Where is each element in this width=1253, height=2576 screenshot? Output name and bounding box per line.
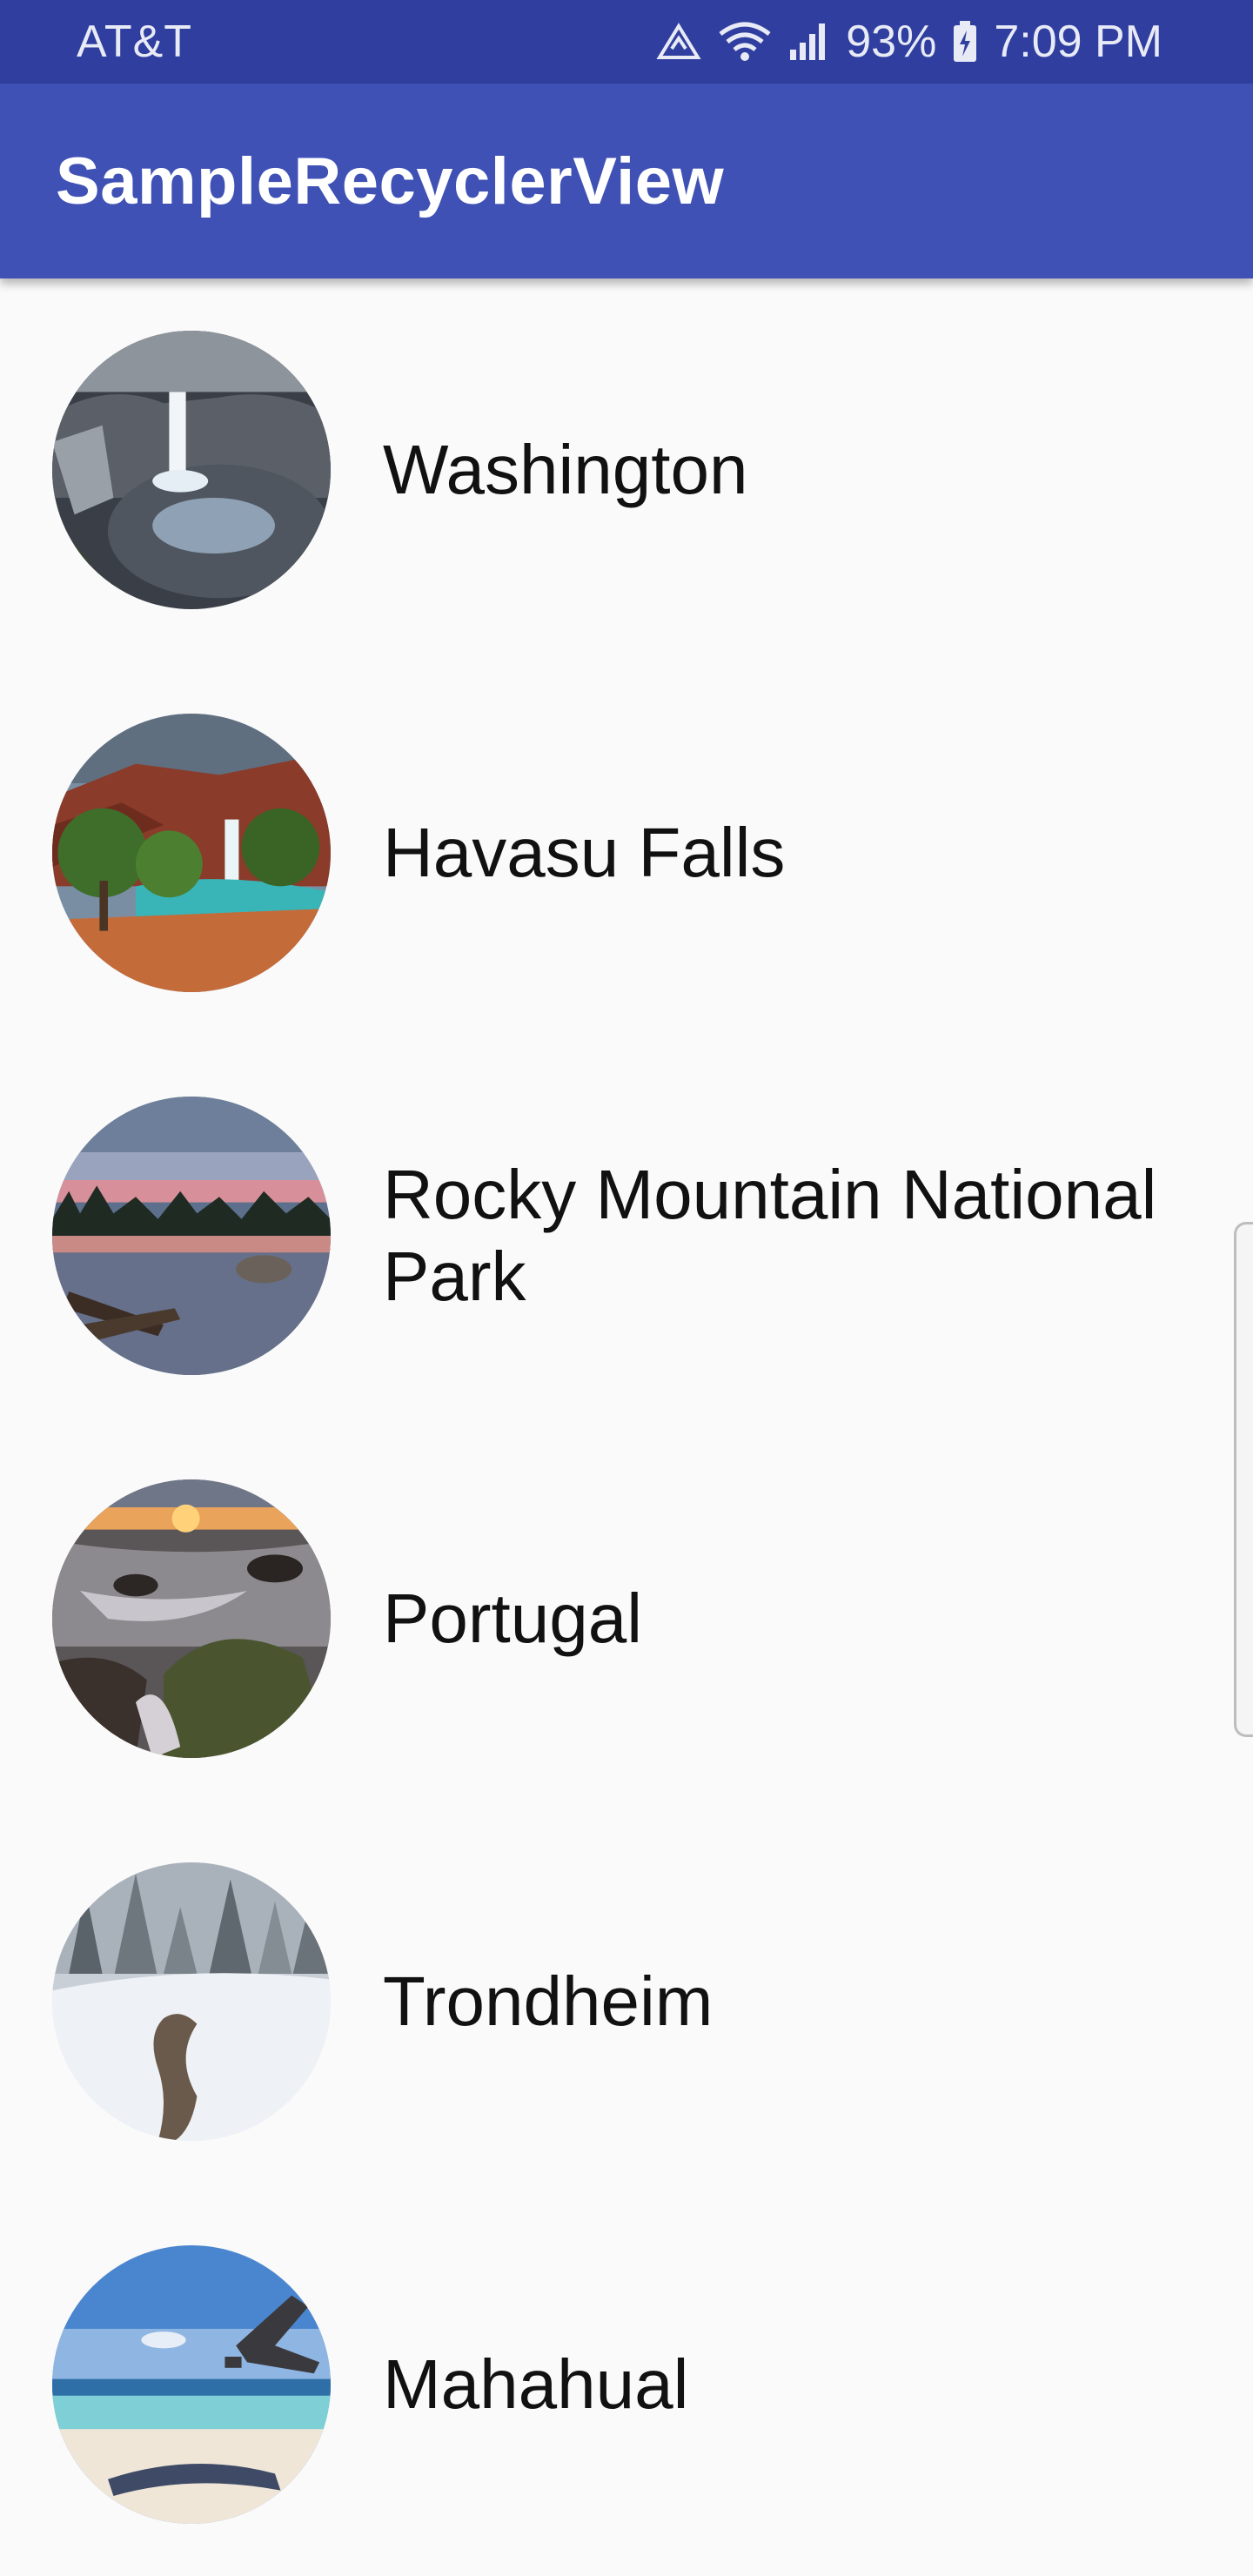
status-bar: AT&T 93% 7:09 PM bbox=[0, 0, 1253, 84]
battery-percent: 93% bbox=[846, 17, 937, 67]
data-saver-icon bbox=[656, 23, 701, 61]
list-item[interactable]: Mahahual bbox=[0, 2193, 1253, 2576]
havasu-falls-image bbox=[52, 714, 331, 992]
signal-icon bbox=[788, 22, 830, 62]
waterfall-canyon-image bbox=[52, 331, 331, 609]
fast-scroll-thumb[interactable] bbox=[1234, 1222, 1253, 1737]
list-item[interactable]: Washington bbox=[0, 278, 1253, 661]
rocky-shore-sunset-image bbox=[52, 1479, 331, 1758]
item-label: Trondheim bbox=[383, 1962, 714, 2040]
wifi-icon bbox=[717, 22, 773, 62]
list-item[interactable]: Trondheim bbox=[0, 1810, 1253, 2193]
item-label: Rocky Mountain National Park bbox=[383, 1156, 1157, 1315]
list-item[interactable]: Portugal bbox=[0, 1427, 1253, 1810]
item-label: Havasu Falls bbox=[383, 814, 786, 891]
app-title: SampleRecyclerView bbox=[56, 144, 725, 218]
recycler-list[interactable]: Washington Havasu Falls Rocky Mountain N… bbox=[0, 278, 1253, 2576]
item-label: Washington bbox=[383, 431, 748, 508]
app-bar: SampleRecyclerView bbox=[0, 84, 1253, 278]
item-label: Portugal bbox=[383, 1580, 642, 1657]
status-icons: 93% 7:09 PM bbox=[656, 16, 1163, 68]
item-label: Mahahual bbox=[383, 2345, 689, 2423]
carrier-name: AT&T bbox=[77, 17, 193, 67]
mountain-lake-sunset-image bbox=[52, 1097, 331, 1375]
battery-charging-icon bbox=[952, 20, 978, 64]
clock: 7:09 PM bbox=[994, 17, 1163, 67]
list-item[interactable]: Rocky Mountain National Park bbox=[0, 1044, 1253, 1427]
tropical-beach-image bbox=[52, 2245, 331, 2524]
list-item[interactable]: Havasu Falls bbox=[0, 661, 1253, 1044]
snowy-forest-image bbox=[52, 1862, 331, 2141]
